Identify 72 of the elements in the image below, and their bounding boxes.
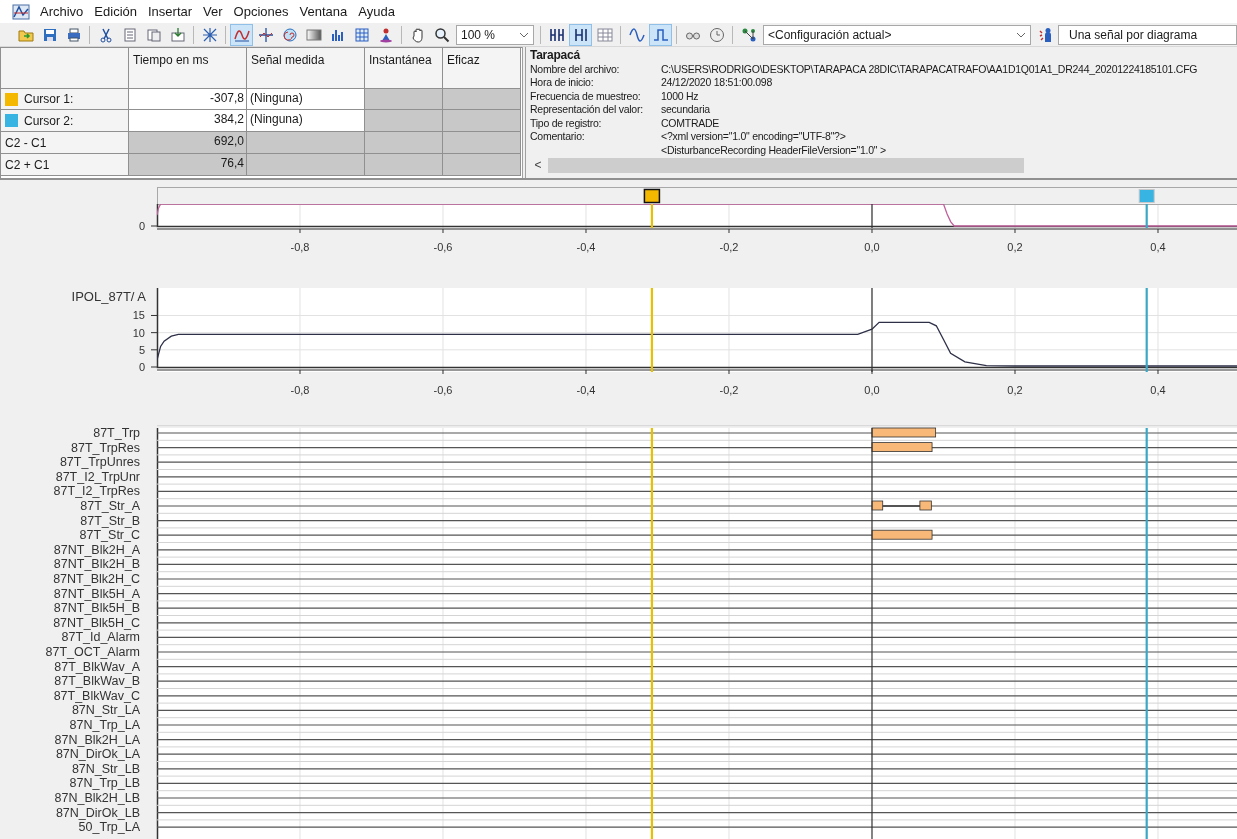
axis-label: 0,0 <box>864 384 880 396</box>
signal-label: 87N_Blk2H_LA <box>54 732 140 747</box>
axis-label: 0,4 <box>1150 384 1166 396</box>
field-value: secundaria <box>661 103 711 117</box>
axis-label: 0 <box>138 361 145 373</box>
signal-label: 87T_TrpUnres <box>59 455 140 470</box>
table-cell: (Ninguna) <box>247 89 365 110</box>
signal-label: 87T_BlkWav_A <box>54 659 140 674</box>
axis-label: -0,2 <box>719 241 739 253</box>
field-value: 1000 Hz <box>661 89 700 103</box>
axis-label: 0,4 <box>1150 241 1166 253</box>
signal-label: 87T_Id_Alarm <box>61 630 140 645</box>
signal-label: 87N_DirOk_LB <box>55 805 140 820</box>
row-label: Cursor 1: <box>24 91 74 108</box>
axis-label: 15 <box>132 309 145 322</box>
field-value: C:\USERS\RODRIGO\DESKTOP\TARAPACA 28DIC\TARAPACATRAFO\AA1D1Q01A1_DR244_20201224185101.CFG <box>661 62 1199 76</box>
axis-label: 5 <box>138 343 145 356</box>
signal-label: 87NT_Blk5H_C <box>53 615 140 630</box>
signal-label: 87T_BlkWav_C <box>53 688 140 703</box>
signal-label: 87N_Str_LB <box>71 761 140 776</box>
axis-label: -0,4 <box>576 241 596 253</box>
signal-label: 87N_DirOk_LA <box>55 747 140 762</box>
signal-label: 87N_Trp_LB <box>69 776 140 791</box>
field-label: Representación del valor: <box>530 103 644 117</box>
field-value: 24/12/2020 18:51:00.098 <box>661 76 774 90</box>
axis-label: -0,8 <box>290 241 310 253</box>
signal-label: 50_Trp_LA <box>78 820 140 835</box>
signal-label: 87NT_Blk2H_B <box>53 557 140 572</box>
axis-label: -0,8 <box>290 384 310 396</box>
field-label: Comentario: <box>530 130 586 144</box>
axis-title: IPOL_87T/ A <box>71 289 146 304</box>
table-cell: 692,0 <box>129 132 247 154</box>
axis-label: 0,2 <box>1007 384 1023 396</box>
signal-label: 87NT_Blk2H_C <box>53 572 140 586</box>
row-label: C2 + C1 <box>5 156 50 174</box>
field-value: <?xml version="1.0" encoding="UTF-8"?> <box>661 130 847 144</box>
signal-label: 87T_BlkWav_B <box>54 674 140 689</box>
axis-label: -0,4 <box>576 384 596 396</box>
field-label: Tipo de registro: <box>530 116 603 130</box>
axis-label: -0,2 <box>719 384 739 396</box>
signal-label: 87NT_Blk5H_A <box>53 586 140 601</box>
table-cell: 384,2 <box>129 110 247 132</box>
table-cell: (Ninguna) <box>247 110 365 132</box>
signal-label: 87T_I2_TrpRes <box>53 484 140 499</box>
signal-label: 87NT_Blk5H_B <box>53 601 140 616</box>
axis-label: -0,6 <box>433 384 453 396</box>
table-cell: -307,8 <box>129 89 247 110</box>
signal-label: 87N_Str_LA <box>71 703 140 718</box>
field-label: Frecuencia de muestreo: <box>530 89 642 103</box>
signal-label: 87N_Trp_LA <box>69 718 140 732</box>
signal-label: 87T_Str_B <box>80 513 140 528</box>
signal-label: 87T_OCT_Alarm <box>45 645 140 659</box>
field-label: Nombre del archivo: <box>530 62 621 76</box>
axis-label: 0 <box>138 220 145 232</box>
signal-label: 87N_Blk2H_LB <box>54 791 140 805</box>
panel-title: Tarapacá <box>530 49 582 63</box>
axis-label: 10 <box>132 326 145 339</box>
row-label: Cursor 2: <box>24 112 74 130</box>
row-label: C2 - C1 <box>5 134 47 152</box>
table-cell: 76,4 <box>129 154 247 176</box>
signal-label: 87T_I2_TrpUnr <box>55 469 140 484</box>
signal-label: 87T_Trp <box>93 426 140 440</box>
axis-label: 0,0 <box>864 241 880 253</box>
field-label: Hora de inicio: <box>530 76 595 90</box>
signal-label: 87T_TrpRes <box>71 440 140 455</box>
signal-label: 87T_Str_A <box>80 499 140 513</box>
signal-label: 87T_Str_C <box>79 528 140 543</box>
axis-label: 0,2 <box>1007 241 1023 253</box>
field-value: COMTRADE <box>661 116 721 130</box>
axis-label: -0,6 <box>433 241 453 253</box>
field-value: <DisturbanceRecording HeaderFileVersion="1.0" > <box>661 143 887 157</box>
signal-label: 87NT_Blk2H_A <box>53 542 140 557</box>
